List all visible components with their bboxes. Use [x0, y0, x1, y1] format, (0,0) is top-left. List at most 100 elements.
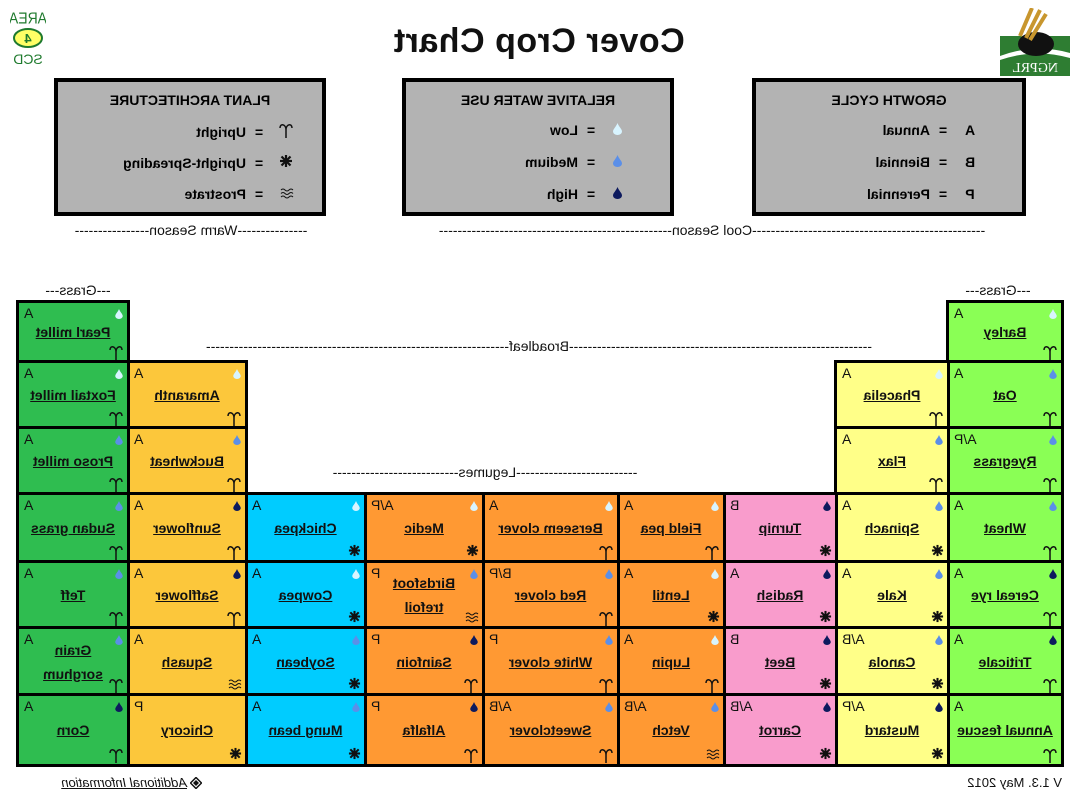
crop-name-link[interactable]: Kale [845, 583, 939, 607]
crop-name-link[interactable]: White clover [492, 650, 609, 674]
water-drop-high-icon [470, 699, 478, 712]
crop-cell[interactable]: Radish A [722, 560, 838, 630]
crop-cell[interactable]: Spinach A [834, 492, 950, 564]
crop-cell[interactable]: Proso millet A [16, 426, 130, 496]
crop-cell[interactable]: Ryegrass A/P [946, 426, 1064, 496]
crop-name-link[interactable]: Sweetclover [492, 718, 609, 742]
crop-name-link[interactable]: Proso millet [27, 449, 119, 473]
crop-name-link[interactable]: Amaranth [137, 383, 237, 407]
crop-cell[interactable]: Pearl millet A [16, 300, 130, 364]
crop-name-link[interactable]: Wheat [957, 516, 1053, 540]
crop-name-link[interactable]: Teff [27, 583, 119, 607]
crop-cell[interactable]: Soybean A [244, 626, 367, 697]
crop-name-link[interactable]: Beet [733, 650, 827, 674]
crop-cell[interactable]: Vetch A/B [616, 693, 726, 767]
crop-name-link[interactable]: Annual fescue [957, 718, 1053, 742]
crop-cell[interactable]: Buckwheat A [126, 426, 248, 496]
crop-name-link[interactable]: Canola [845, 650, 939, 674]
crop-cell[interactable]: Cowpea A [244, 560, 367, 630]
crop-name-link[interactable]: Soybean [255, 650, 356, 674]
crop-cell[interactable]: Sainfoin P [363, 626, 485, 697]
crop-cell[interactable]: Phacelia A [834, 360, 950, 430]
crop-cell[interactable]: Corn A [16, 693, 130, 767]
crop-name-link[interactable]: Sunflower [137, 516, 237, 540]
crop-cell[interactable]: Canola A/B [834, 626, 950, 697]
crop-cell[interactable]: Mung bean A [244, 693, 367, 767]
crop-cell[interactable]: Foxtail millet A [16, 360, 130, 430]
crop-cell[interactable]: Berseem clover A [481, 492, 620, 564]
crop-name-link[interactable]: Ryegrass [957, 449, 1053, 473]
crop-cell[interactable]: Sunflower A [126, 492, 248, 564]
additional-information-link[interactable]: Additional Information [61, 775, 202, 790]
crop-name-link[interactable]: Mung bean [255, 718, 356, 742]
crop-name-link[interactable]: Sudan grass [27, 516, 119, 540]
crop-cell[interactable]: Medic A/P [363, 492, 485, 564]
crop-name-link[interactable]: Corn [27, 718, 119, 742]
crop-cell[interactable]: Barley A [946, 300, 1064, 364]
crop-cell[interactable]: Alfalfa P [363, 693, 485, 767]
crop-cell[interactable]: Chicory P [126, 693, 248, 767]
crop-cell[interactable]: Triticale A [946, 626, 1064, 697]
crop-cell[interactable]: Wheat A [946, 492, 1064, 564]
crop-name-link[interactable]: Alfalfa [374, 718, 474, 742]
water-drop-medium-icon [711, 699, 719, 712]
crop-cell[interactable]: Lupin A [616, 626, 726, 697]
crop-cell[interactable]: Oat A [946, 360, 1064, 430]
crop-name-link[interactable]: Berseem clover [492, 516, 609, 540]
crop-name-link[interactable]: Carrot [733, 718, 827, 742]
crop-name-link[interactable]: Foxtail millet [27, 383, 119, 407]
water-drop-low-icon [711, 498, 719, 511]
crop-name-link[interactable]: Cereal rye [957, 583, 1053, 607]
growth-cycle-badge: A [24, 631, 34, 647]
crop-cell[interactable]: Chickpea A [244, 492, 367, 564]
crop-name-link[interactable]: Flax [845, 449, 939, 473]
crop-name-link[interactable]: Buckwheat [137, 449, 237, 473]
crop-name-link[interactable]: Vetch [627, 718, 715, 742]
crop-cell[interactable]: Beet B [722, 626, 838, 697]
crop-name-link[interactable]: Mustard [845, 718, 939, 742]
crop-name-link[interactable]: Field pea [627, 516, 715, 540]
crop-cell[interactable]: Kale A [834, 560, 950, 630]
crop-cell[interactable]: White clover P [481, 626, 620, 697]
crop-name-link[interactable]: Chicory [137, 718, 237, 742]
crop-name-link[interactable]: Pearl millet [27, 320, 119, 344]
crop-name-link[interactable]: Phacelia [845, 383, 939, 407]
water-drop-medium-icon [935, 632, 943, 645]
crop-name-link[interactable]: Red clover [492, 583, 609, 607]
crop-cell[interactable]: Sweetclover A/B [481, 693, 620, 767]
crop-name-link[interactable]: Spinach [845, 516, 939, 540]
crop-name-link[interactable]: Squash [137, 650, 237, 674]
crop-cell[interactable]: Safflower A [126, 560, 248, 630]
crop-cell[interactable]: Amaranth A [126, 360, 248, 430]
crop-name-link[interactable]: Chickpea [255, 516, 356, 540]
crop-name-link[interactable]: Medic [374, 516, 474, 540]
crop-cell[interactable]: Lentil A [616, 560, 726, 630]
crop-cell[interactable]: Flax A [834, 426, 950, 496]
crop-cell[interactable]: Red clover B/P [481, 560, 620, 630]
crop-cell[interactable]: Squash A [126, 626, 248, 697]
crop-name-link[interactable]: Barley [957, 320, 1053, 344]
crop-cell[interactable]: Field pea A [616, 492, 726, 564]
crop-name-link[interactable]: Sainfoin [374, 650, 474, 674]
crop-cell[interactable]: Cereal rye A [946, 560, 1064, 630]
additional-information-text[interactable]: Additional Information [61, 775, 187, 790]
crop-name-link[interactable]: Oat [957, 383, 1053, 407]
crop-cell[interactable]: Birdsfoot trefoil P [363, 560, 485, 630]
crop-name-link[interactable]: Lupin [627, 650, 715, 674]
crop-name-link[interactable]: Lentil [627, 583, 715, 607]
crop-name-link[interactable]: Turnip [733, 516, 827, 540]
crop-cell[interactable]: Teff A [16, 560, 130, 630]
crop-name-link[interactable]: Grain sorghum [27, 638, 119, 686]
crop-cell[interactable]: Grain sorghum A [16, 626, 130, 697]
crop-name-link[interactable]: Safflower [137, 583, 237, 607]
crop-cell[interactable]: Sudan grass A [16, 492, 130, 564]
prostrate-icon [226, 677, 242, 693]
crop-cell[interactable]: Carrot A/B [722, 693, 838, 767]
crop-cell[interactable]: Mustard A/P [834, 693, 950, 767]
crop-name-link[interactable]: Radish [733, 583, 827, 607]
crop-cell[interactable]: Annual fescue A [946, 693, 1064, 767]
crop-name-link[interactable]: Cowpea [255, 583, 356, 607]
crop-cell[interactable]: Turnip B [722, 492, 838, 564]
crop-name-link[interactable]: Triticale [957, 650, 1053, 674]
crop-name-link[interactable]: Birdsfoot trefoil [374, 571, 474, 619]
